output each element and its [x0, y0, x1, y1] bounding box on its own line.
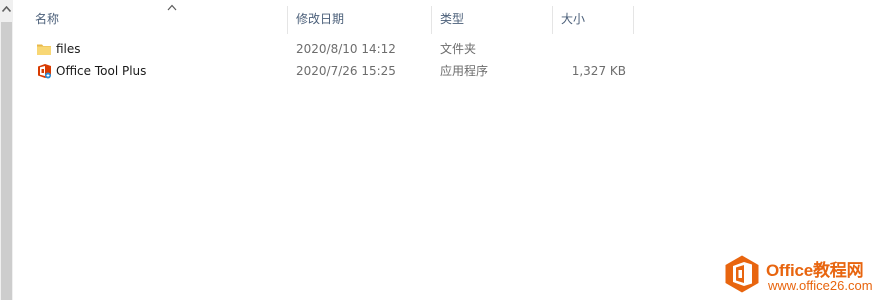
column-header-type-label: 类型 [440, 12, 465, 26]
column-header-size-label: 大小 [561, 12, 586, 26]
column-header-size[interactable]: 大小 [553, 0, 634, 38]
folder-icon [36, 41, 52, 57]
column-header-bar: 名称 修改日期 类型 大小 [13, 0, 890, 38]
scrollbar-thumb[interactable] [1, 22, 12, 300]
vertical-scrollbar[interactable] [0, 0, 13, 300]
file-row-files[interactable]: files 2020/8/10 14:12 文件夹 [13, 38, 633, 60]
office-logo-icon [722, 254, 762, 294]
column-header-name[interactable]: 名称 [27, 0, 288, 38]
scroll-up-arrow-icon[interactable] [0, 3, 13, 17]
file-row-office-tool-plus[interactable]: Office Tool Plus 2020/7/26 15:25 应用程序 1,… [13, 60, 633, 82]
file-type: 应用程序 [440, 64, 489, 78]
file-name: files [56, 42, 81, 56]
column-header-date-label: 修改日期 [296, 12, 345, 26]
site-watermark: Office教程网 www.office26.com [722, 250, 890, 300]
sort-ascending-icon [167, 4, 177, 11]
file-name: Office Tool Plus [56, 64, 147, 78]
file-type: 文件夹 [440, 42, 477, 56]
column-separator[interactable] [633, 6, 634, 34]
file-date: 2020/7/26 15:25 [296, 64, 396, 78]
column-header-name-label: 名称 [35, 12, 60, 26]
file-date: 2020/8/10 14:12 [296, 42, 396, 56]
file-size: 1,327 KB [571, 64, 626, 78]
column-header-date[interactable]: 修改日期 [288, 0, 432, 38]
column-header-type[interactable]: 类型 [432, 0, 553, 38]
office-tool-plus-app-icon [36, 63, 52, 79]
watermark-site: www.office26.com [768, 278, 873, 293]
